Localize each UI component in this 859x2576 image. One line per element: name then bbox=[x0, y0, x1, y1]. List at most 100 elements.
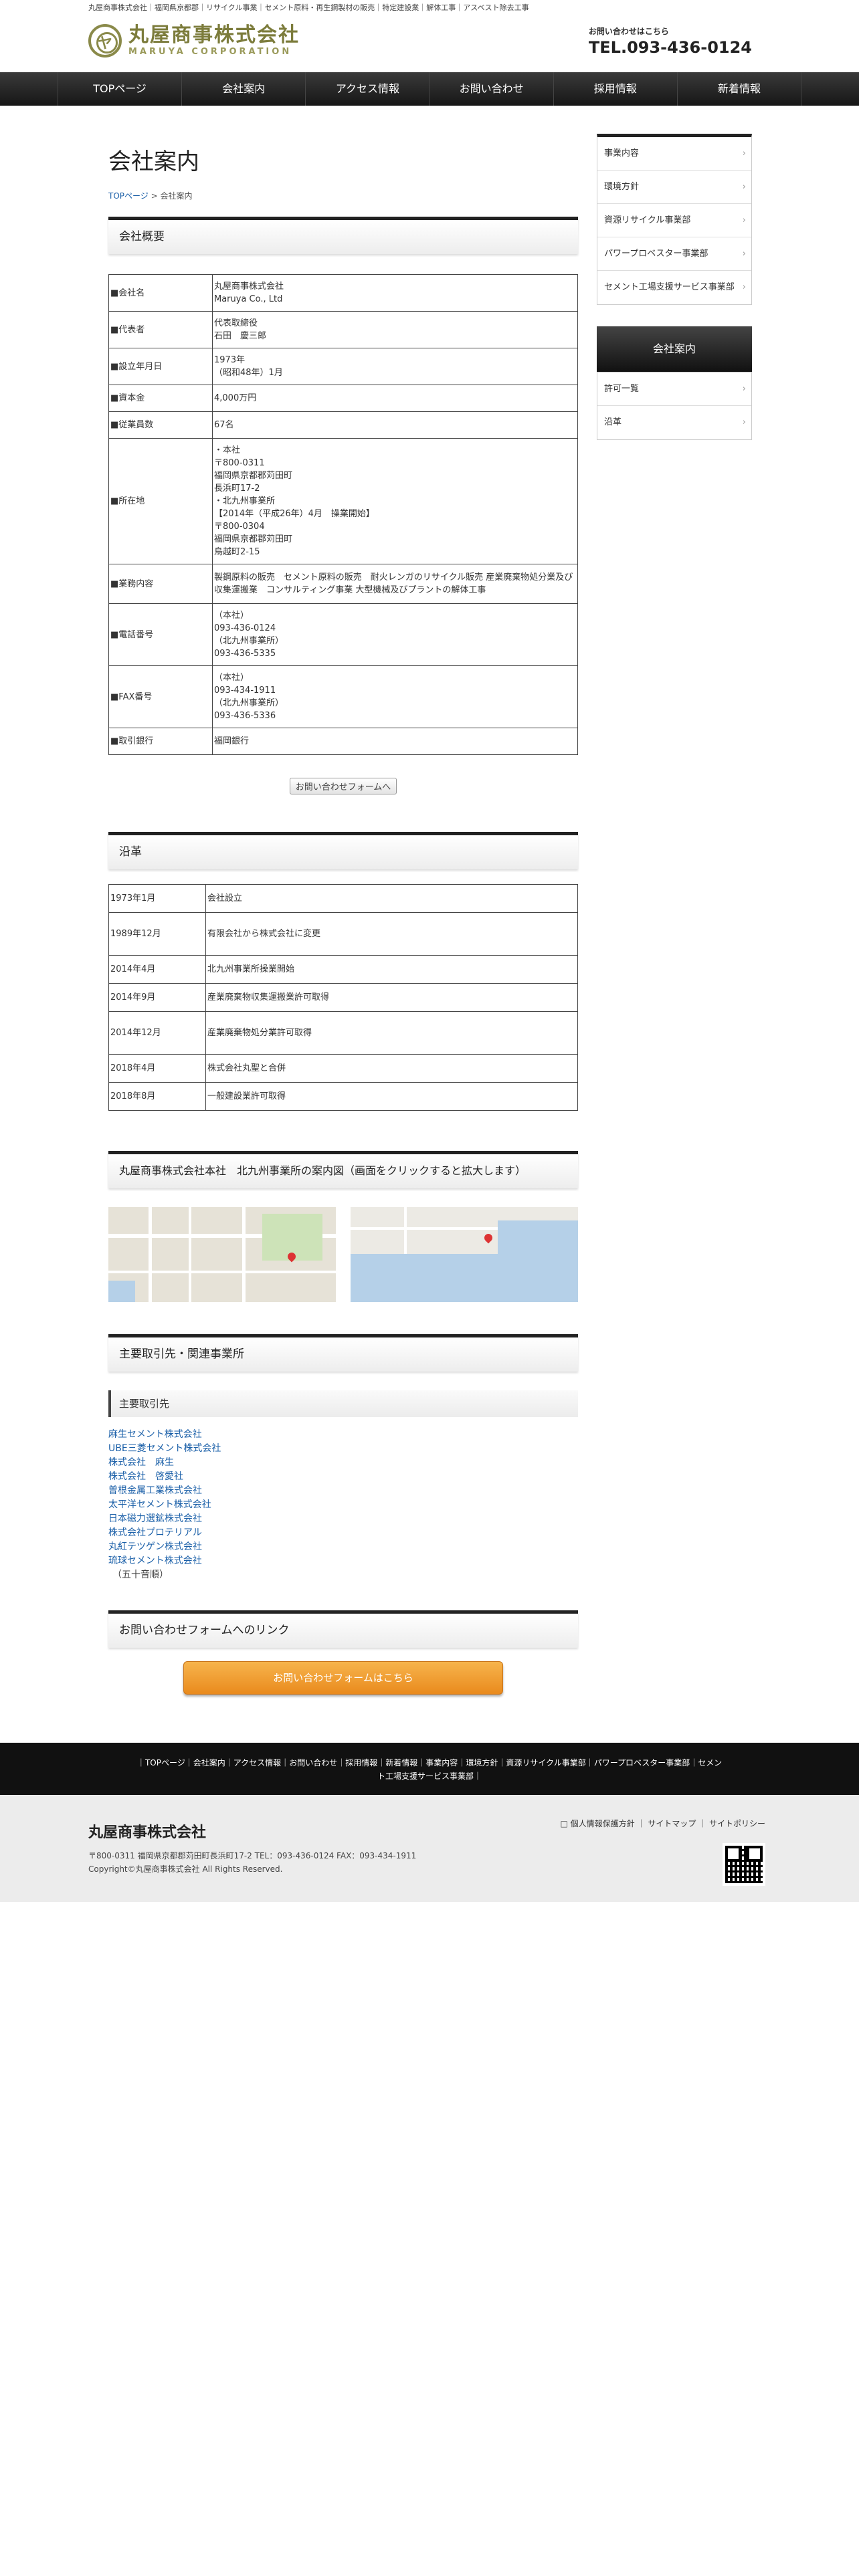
company-row-value: ・本社 〒800-0311 福岡県京都郡苅田町 長浜町17-2 ・北九州事業所 【2014… bbox=[212, 438, 578, 564]
history-date: 1989年12月 bbox=[108, 912, 206, 956]
history-row: 2018年8月 一般建設業許可取得 bbox=[108, 1082, 578, 1111]
inquiry-form-small-button[interactable]: お問い合わせフォームへ bbox=[289, 778, 397, 794]
company-row: ■従業員数 67名 bbox=[108, 411, 578, 439]
footer-nav-link[interactable]: アクセス情報 bbox=[233, 1758, 281, 1767]
history-date: 1973年1月 bbox=[108, 884, 206, 913]
footer-copyright: Copyright©丸屋商事株式会社 All Rights Reserved. bbox=[88, 1864, 283, 1874]
company-row-label: ■電話番号 bbox=[108, 603, 213, 666]
company-table: ■会社名 丸屋商事株式会社 Maruya Co., Ltd ■代表者 代表取締役 石田 慶… bbox=[108, 274, 578, 755]
company-row-value: 代表取締役 石田 慶三郎 bbox=[212, 311, 578, 348]
footer: 丸屋商事株式会社 〒800-0311 福岡県京都郡苅田町長浜町17-2 TEL：… bbox=[0, 1795, 859, 1902]
company-row-label: ■所在地 bbox=[108, 438, 213, 564]
footer-nav-link[interactable]: パワープロベスター事業部 bbox=[594, 1758, 690, 1767]
partner-link[interactable]: 株式会社プロテリアル bbox=[108, 1526, 578, 1540]
partner-link[interactable]: 日本磁力選鉱株式会社 bbox=[108, 1512, 578, 1526]
history-row: 1989年12月 有限会社から株式会社に変更 bbox=[108, 912, 578, 956]
company-row-value: 福岡銀行 bbox=[212, 728, 578, 755]
history-row: 2014年9月 産業廃棄物収集運搬業許可取得 bbox=[108, 983, 578, 1012]
footer-nav-link[interactable]: 事業内容 bbox=[425, 1758, 458, 1767]
section-partners-heading: 主要取引先・関連事業所 bbox=[108, 1334, 578, 1372]
sidebar-sub-item[interactable]: 許可一覧 bbox=[597, 372, 751, 406]
gnav-contact[interactable]: お問い合わせ bbox=[430, 72, 554, 106]
site-logo[interactable]: ヤ 丸屋商事株式会社 MARUYA CORPORATION bbox=[88, 24, 300, 58]
sidebar-sub-item[interactable]: 沿革 bbox=[597, 406, 751, 439]
history-date: 2014年9月 bbox=[108, 983, 206, 1012]
history-event: 会社設立 bbox=[205, 884, 578, 913]
company-row: ■会社名 丸屋商事株式会社 Maruya Co., Ltd bbox=[108, 274, 578, 312]
history-date: 2014年12月 bbox=[108, 1011, 206, 1055]
partner-link[interactable]: 株式会社 啓愛社 bbox=[108, 1470, 578, 1484]
history-event: 株式会社丸聖と合併 bbox=[205, 1054, 578, 1083]
history-row: 2014年12月 産業廃棄物処分業許可取得 bbox=[108, 1011, 578, 1055]
history-table: 1973年1月 会社設立 1989年12月 有限会社から株式会社に変更 2014年4月北… bbox=[108, 884, 578, 1111]
partner-link[interactable]: 琉球セメント株式会社 bbox=[108, 1554, 578, 1568]
company-row: ■FAX番号 （本社） 093-434-1911 （北九州事業所） 093-436-53… bbox=[108, 665, 578, 728]
partner-link[interactable]: UBE三菱セメント株式会社 bbox=[108, 1442, 578, 1456]
company-row-label: ■取引銀行 bbox=[108, 728, 213, 755]
logo-japanese: 丸屋商事株式会社 bbox=[128, 23, 300, 47]
sidebar-item[interactable]: 事業内容 bbox=[597, 137, 751, 171]
footer-address: 〒800-0311 福岡県京都郡苅田町長浜町17-2 TEL：093-436-0… bbox=[88, 1851, 417, 1860]
map-kitakyushu-office[interactable] bbox=[351, 1207, 578, 1302]
footer-policy-link[interactable]: サイトポリシー bbox=[709, 1819, 765, 1828]
company-row-value: 丸屋商事株式会社 Maruya Co., Ltd bbox=[212, 274, 578, 312]
sidebar-item[interactable]: 資源リサイクル事業部 bbox=[597, 204, 751, 237]
history-row: 1973年1月 会社設立 bbox=[108, 884, 578, 913]
sidebar-company-heading: 会社案内 bbox=[597, 326, 752, 372]
footer-sitemap-link[interactable]: サイトマップ bbox=[648, 1819, 696, 1828]
logo-mark-icon: ヤ bbox=[88, 24, 122, 58]
company-row: ■代表者 代表取締役 石田 慶三郎 bbox=[108, 311, 578, 348]
history-event: 有限会社から株式会社に変更 bbox=[205, 912, 578, 956]
contact-phone[interactable]: TEL.093-436-0124 bbox=[589, 38, 752, 57]
header-contact: お問い合わせはこちら TEL.093-436-0124 bbox=[589, 25, 752, 57]
logo-english: MARUYA CORPORATION bbox=[128, 47, 292, 57]
footer-nav-link[interactable]: 環境方針 bbox=[466, 1758, 498, 1767]
gnav-company[interactable]: 会社案内 bbox=[182, 72, 306, 106]
sidebar-item[interactable]: 環境方針 bbox=[597, 171, 751, 204]
gnav-access[interactable]: アクセス情報 bbox=[306, 72, 430, 106]
inquiry-form-button[interactable]: お問い合わせフォームはこちら bbox=[183, 1661, 503, 1695]
section-contact-link-heading: お問い合わせフォームへのリンク bbox=[108, 1610, 578, 1648]
gnav-news[interactable]: 新着情報 bbox=[678, 72, 802, 106]
partner-link[interactable]: 丸紅テツゲン株式会社 bbox=[108, 1540, 578, 1554]
section-overview-heading: 会社概要 bbox=[108, 217, 578, 254]
footer-links: □ 個人情報保護方針 ｜ サイトマップ ｜ サイトポリシー bbox=[560, 1819, 765, 1828]
company-row-value: 1973年 （昭和48年）1月 bbox=[212, 348, 578, 385]
partner-link[interactable]: 株式会社 麻生 bbox=[108, 1456, 578, 1470]
company-row-value: （本社） 093-436-0124 （北九州事業所） 093-436-5335 bbox=[212, 603, 578, 666]
company-row-label: ■資本金 bbox=[108, 385, 213, 412]
sidebar-item[interactable]: パワープロベスター事業部 bbox=[597, 237, 751, 271]
history-event: 一般建設業許可取得 bbox=[205, 1082, 578, 1111]
footer-nav: ｜TOPページ｜会社案内｜アクセス情報｜お問い合わせ｜採用情報｜新着情報｜事業内… bbox=[0, 1743, 859, 1795]
partner-link[interactable]: 曽根金属工業株式会社 bbox=[108, 1484, 578, 1498]
footer-nav-link[interactable]: 新着情報 bbox=[385, 1758, 417, 1767]
top-tagline: 丸屋商事株式会社｜福岡県京都郡｜リサイクル事業｜セメント原料・再生鋼製材の販売｜… bbox=[88, 3, 529, 12]
sidebar-menu: 事業内容環境方針資源リサイクル事業部パワープロベスター事業部セメント工場支援サー… bbox=[597, 134, 752, 305]
footer-nav-link[interactable]: 資源リサイクル事業部 bbox=[506, 1758, 585, 1767]
gnav-recruit[interactable]: 採用情報 bbox=[554, 72, 678, 106]
breadcrumb-current: 会社案内 bbox=[160, 191, 193, 201]
partner-link[interactable]: 麻生セメント株式会社 bbox=[108, 1428, 578, 1442]
gnav-top[interactable]: TOPページ bbox=[58, 72, 183, 106]
map-pin-icon bbox=[482, 1232, 494, 1244]
main-content: 会社案内 TOPページ > 会社案内 会社概要 ■会社名 丸屋商事株式会社 Maru… bbox=[108, 134, 578, 1695]
partners-subheading: 主要取引先 bbox=[108, 1390, 578, 1417]
history-event: 産業廃棄物収集運搬業許可取得 bbox=[205, 983, 578, 1012]
footer-nav-link[interactable]: TOPページ bbox=[145, 1758, 185, 1767]
map-head-office[interactable] bbox=[108, 1207, 336, 1302]
partner-link[interactable]: 太平洋セメント株式会社 bbox=[108, 1498, 578, 1512]
contact-label: お問い合わせはこちら bbox=[588, 27, 669, 36]
breadcrumb-home[interactable]: TOPページ bbox=[108, 191, 149, 201]
partners-note: （五十音順） bbox=[112, 1570, 169, 1580]
sidebar-item[interactable]: セメント工場支援サービス事業部 bbox=[597, 271, 751, 304]
company-row-label: ■従業員数 bbox=[108, 411, 213, 439]
footer-nav-link[interactable]: 採用情報 bbox=[345, 1758, 377, 1767]
footer-nav-link[interactable]: 会社案内 bbox=[193, 1758, 225, 1767]
company-row-value: 製鋼原料の販売 セメント原料の販売 耐火レンガのリサイクル販売 産業廃棄物処分業… bbox=[212, 564, 578, 604]
footer-company-name: 丸屋商事株式会社 bbox=[88, 1824, 207, 1841]
footer-privacy-link[interactable]: 個人情報保護方針 bbox=[571, 1819, 635, 1828]
footer-nav-link[interactable]: お問い合わせ bbox=[289, 1758, 337, 1767]
company-row-value: （本社） 093-434-1911 （北九州事業所） 093-436-5336 bbox=[212, 665, 578, 728]
history-date: 2018年4月 bbox=[108, 1054, 206, 1083]
section-history-heading: 沿革 bbox=[108, 832, 578, 869]
